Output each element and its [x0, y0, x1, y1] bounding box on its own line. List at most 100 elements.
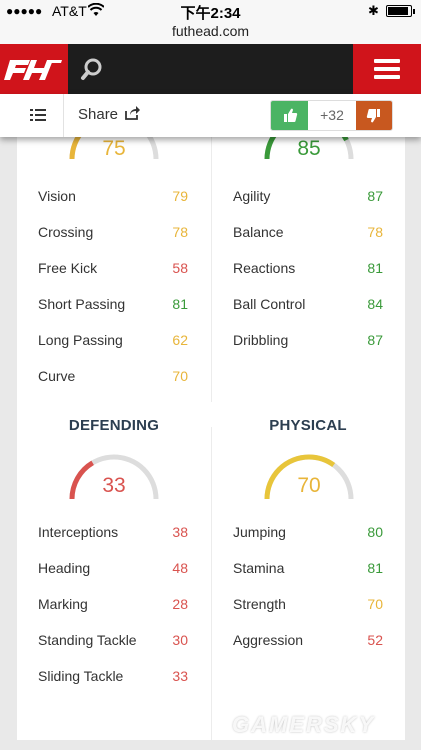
share-icon[interactable] — [124, 105, 140, 126]
stat-row-dribbling: Dribbling 87 — [233, 332, 383, 354]
stat-value: 70 — [367, 596, 383, 612]
stat-value: 87 — [367, 188, 383, 204]
downvote-button[interactable] — [356, 101, 392, 130]
list-icon — [30, 109, 33, 111]
stat-row-sliding-tackle: Sliding Tackle 33 — [38, 668, 188, 690]
physical-title: PHYSICAL — [269, 417, 347, 434]
physical-gauge: 70 — [259, 447, 359, 507]
stat-name: Agility — [233, 188, 271, 204]
dribbling-gauge-value: 85 — [297, 137, 321, 160]
stat-value: 81 — [367, 260, 383, 276]
stat-value: 79 — [172, 188, 188, 204]
stat-value: 52 — [367, 632, 383, 648]
list-icon-line — [35, 119, 46, 121]
stat-value: 30 — [172, 632, 188, 648]
list-icon-line — [35, 109, 46, 111]
stat-row-reactions: Reactions 81 — [233, 260, 383, 282]
stat-name: Jumping — [233, 524, 286, 540]
list-icon-line — [35, 114, 46, 116]
stat-name: Interceptions — [38, 524, 119, 540]
menu-button[interactable] — [353, 44, 421, 94]
list-icon-dot — [30, 114, 33, 116]
stat-row-crossing: Crossing 78 — [38, 224, 188, 246]
thumbs-down-icon — [366, 109, 380, 123]
column-divider-bottom — [211, 427, 212, 740]
url-bar[interactable]: futhead.com — [0, 22, 421, 44]
stat-value: 33 — [172, 668, 188, 684]
stat-value: 70 — [172, 368, 188, 384]
stat-value: 58 — [172, 260, 188, 276]
defending-title: DEFENDING — [68, 417, 160, 434]
hamburger-menu-icon — [374, 59, 400, 63]
vote-count: +32 — [320, 107, 344, 123]
stat-name: Long Passing — [38, 332, 123, 348]
stat-row-heading: Heading 48 — [38, 560, 188, 582]
stats-card: 75 85 Vision 79 Crossing 78 Free Kick 58… — [17, 114, 405, 740]
hamburger-menu-icon-line — [374, 67, 400, 71]
battery-icon — [386, 5, 412, 17]
battery-tip — [413, 9, 415, 14]
stat-name: Curve — [38, 368, 76, 384]
futhead-logo-icon — [4, 60, 62, 80]
stat-name: Dribbling — [233, 332, 289, 348]
stat-row-interceptions: Interceptions 38 — [38, 524, 188, 546]
stat-row-vision: Vision 79 — [38, 188, 188, 210]
clock: 下午2:34 — [180, 5, 241, 22]
stat-row-free-kick: Free Kick 58 — [38, 260, 188, 282]
stat-row-jumping: Jumping 80 — [233, 524, 383, 546]
list-view-button[interactable] — [0, 94, 64, 137]
stat-row-strength: Strength 70 — [233, 596, 383, 618]
stat-row-marking: Marking 28 — [38, 596, 188, 618]
stat-row-agility: Agility 87 — [233, 188, 383, 210]
stat-name: Short Passing — [38, 296, 126, 312]
stat-value: 78 — [172, 224, 188, 240]
search-bar[interactable] — [68, 44, 353, 94]
stat-name: Reactions — [233, 260, 296, 276]
stat-row-aggression: Aggression 52 — [233, 632, 383, 654]
passing-gauge-value: 75 — [102, 137, 126, 160]
stat-name: Vision — [38, 188, 76, 204]
stat-value: 78 — [367, 224, 383, 240]
stat-name: Standing Tackle — [38, 632, 137, 648]
stat-name: Stamina — [233, 560, 285, 576]
share-bar: Share +32 — [0, 94, 421, 137]
share-button[interactable]: Share — [78, 106, 118, 123]
stat-name: Crossing — [38, 224, 94, 240]
stat-row-balance: Balance 78 — [233, 224, 383, 246]
column-divider-top — [211, 137, 212, 402]
vote-widget: +32 — [270, 100, 393, 131]
stat-value: 81 — [172, 296, 188, 312]
stat-value: 80 — [367, 524, 383, 540]
stat-name: Sliding Tackle — [38, 668, 124, 684]
stat-value: 48 — [172, 560, 188, 576]
stat-name: Strength — [233, 596, 286, 612]
list-icon-dot — [30, 119, 33, 121]
upvote-button[interactable] — [271, 101, 308, 130]
stat-name: Ball Control — [233, 296, 306, 312]
app-header — [0, 44, 421, 94]
stat-row-short-passing: Short Passing 81 — [38, 296, 188, 318]
search-icon[interactable] — [80, 56, 106, 82]
stat-value: 28 — [172, 596, 188, 612]
hamburger-menu-icon-line — [374, 75, 400, 79]
stat-name: Balance — [233, 224, 284, 240]
stat-row-standing-tackle: Standing Tackle 30 — [38, 632, 188, 654]
status-bar: ●●●●● AT&T 下午2:34 ✱ — [0, 0, 421, 22]
stat-value: 38 — [172, 524, 188, 540]
stat-row-stamina: Stamina 81 — [233, 560, 383, 582]
stat-name: Free Kick — [38, 260, 98, 276]
stat-name: Marking — [38, 596, 88, 612]
watermark: GAMERSKY — [232, 712, 376, 737]
stat-value: 81 — [367, 560, 383, 576]
defending-gauge-value: 33 — [102, 474, 126, 497]
stat-value: 84 — [367, 296, 383, 312]
stat-value: 62 — [172, 332, 188, 348]
physical-gauge-value: 70 — [297, 474, 321, 497]
bluetooth-icon: ✱ — [368, 3, 379, 18]
stat-value: 87 — [367, 332, 383, 348]
stat-name: Aggression — [233, 632, 304, 648]
futhead-logo[interactable] — [0, 44, 68, 94]
stat-name: Heading — [38, 560, 91, 576]
stat-row-ball-control: Ball Control 84 — [233, 296, 383, 318]
stat-row-curve: Curve 70 — [38, 368, 188, 390]
